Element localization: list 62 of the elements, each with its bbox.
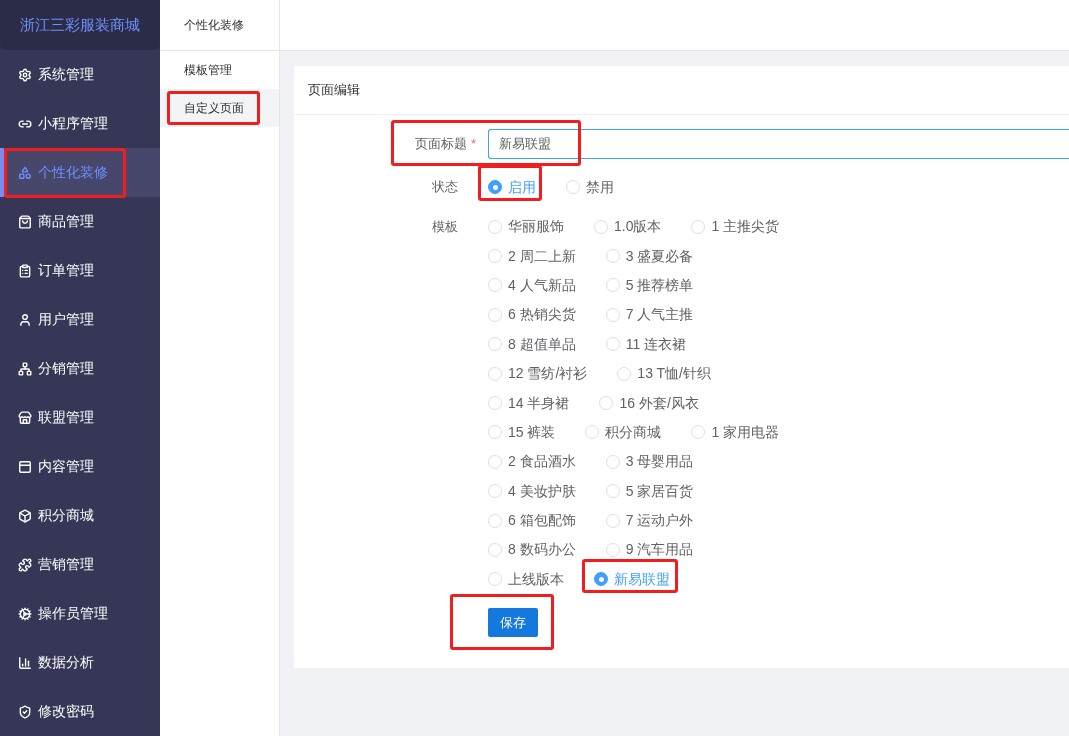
radio-option[interactable]: 禁用 (566, 176, 614, 198)
clipboard-icon (18, 263, 32, 278)
radio-option[interactable]: 1 主推尖货 (691, 216, 780, 238)
save-button[interactable]: 保存 (488, 608, 538, 638)
radio-option[interactable]: 8 超值单品 (488, 333, 576, 355)
sidebar-item[interactable]: 内容管理 (0, 442, 160, 491)
sidebar-item[interactable]: 操作员管理 (0, 589, 160, 638)
radio-option[interactable]: 5 家居百货 (605, 480, 694, 502)
radio-option[interactable]: 1 家用电器 (691, 421, 780, 443)
radio-option[interactable]: 2 周二上新 (488, 245, 576, 267)
sidebar-item[interactable]: 商品管理 (0, 197, 160, 246)
sidebar-item[interactable]: 订单管理 (0, 246, 160, 295)
page-title-input[interactable]: 新易联盟 (488, 129, 1069, 159)
radio-option[interactable]: 5 推荐榜单 (605, 274, 694, 296)
settings-icon (18, 67, 32, 82)
field-label: 模板 (431, 218, 459, 236)
radio-option[interactable]: 3 母婴用品 (605, 451, 694, 473)
cube-icon (18, 508, 32, 523)
radio-option[interactable]: 16 外套/风衣 (599, 392, 699, 414)
card-title: 页面编辑 (294, 66, 1069, 115)
radio-option[interactable]: 13 T恤/针织 (617, 363, 711, 385)
radio-option[interactable]: 积分商城 (585, 421, 662, 443)
sidebar-item[interactable]: 系统管理 (0, 50, 160, 99)
radio-option[interactable]: 12 雪纺/衬衫 (488, 363, 588, 385)
required-mark: * (470, 135, 476, 154)
field-label: 状态 (431, 178, 459, 197)
panel-icon (18, 459, 32, 474)
radio-option[interactable]: 2 食品酒水 (488, 451, 576, 473)
radio-option[interactable]: 6 箱包配饰 (488, 510, 576, 532)
field-label: 页面标题 (414, 135, 467, 154)
sidebar-item[interactable]: 营销管理 (0, 540, 160, 589)
hierarchy-icon (18, 361, 32, 376)
store-icon (18, 410, 32, 425)
radio-option[interactable]: 3 盛夏必备 (605, 245, 694, 267)
sidebar-item[interactable]: 联盟管理 (0, 393, 160, 442)
radio-option[interactable]: 7 人气主推 (605, 304, 694, 326)
sidebar-item[interactable]: 小程序管理 (0, 99, 160, 148)
radio-option[interactable]: 14 半身裙 (488, 392, 570, 414)
radio-option[interactable]: 4 美妆护肤 (488, 480, 576, 502)
radio-option[interactable]: 11 连衣裙 (605, 333, 687, 355)
radio-option[interactable]: 15 裤装 (488, 421, 556, 443)
sidebar-item[interactable]: 修改密码 (0, 687, 160, 736)
radio-option[interactable]: 9 汽车用品 (605, 539, 694, 561)
radio-option[interactable]: 上线版本 (488, 568, 564, 590)
radio-option[interactable]: 7 运动户外 (605, 510, 694, 532)
shield-check-icon (18, 704, 32, 719)
cog-icon (18, 606, 32, 621)
radio-option[interactable]: 6 热销尖货 (488, 304, 576, 326)
shapes-icon (18, 165, 32, 180)
sidebar-item[interactable]: 用户管理 (0, 295, 160, 344)
bag-icon (18, 214, 32, 229)
radio-option[interactable]: 8 数码办公 (488, 539, 576, 561)
puzzle-icon (18, 557, 32, 572)
radio-option[interactable]: 4 人气新品 (488, 274, 576, 296)
bar-chart-icon (18, 655, 32, 670)
sidebar-item[interactable]: 积分商城 (0, 491, 160, 540)
radio-option[interactable]: 1.0版本 (594, 216, 662, 238)
radio-option[interactable]: 华丽服饰 (488, 216, 564, 238)
sidebar-item[interactable]: 数据分析 (0, 638, 160, 687)
user-icon (18, 312, 32, 327)
sidebar-item[interactable]: 分销管理 (0, 344, 160, 393)
brand-title: 浙江三彩服装商城 (0, 0, 160, 50)
